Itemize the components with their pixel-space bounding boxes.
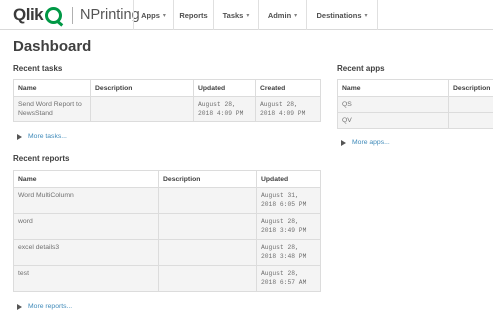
table-row[interactable]: Send Word Report to NewsStand August 28,… bbox=[13, 96, 321, 122]
table-row[interactable]: QV bbox=[337, 112, 493, 129]
task-description bbox=[90, 96, 194, 122]
recent-apps-title: Recent apps bbox=[337, 64, 385, 73]
report-description bbox=[158, 187, 257, 214]
logo-text: Qlik bbox=[13, 5, 44, 24]
app-name[interactable]: QV bbox=[337, 112, 449, 129]
recent-tasks-table: Name Description Updated Created Send Wo… bbox=[13, 79, 321, 122]
more-tasks-link[interactable]: More tasks... bbox=[17, 133, 67, 140]
report-updated: August 28, 2018 6:57 AM bbox=[256, 265, 321, 292]
nav-admin[interactable]: Admin ▾ bbox=[258, 0, 306, 30]
report-name[interactable]: Word MultiColumn bbox=[13, 187, 159, 214]
nav-destinations-label: Destinations bbox=[316, 10, 362, 20]
report-name[interactable]: test bbox=[13, 265, 159, 292]
column-header-description[interactable]: Description bbox=[158, 170, 257, 188]
report-description bbox=[158, 265, 257, 292]
more-tasks-label: More tasks... bbox=[28, 133, 67, 140]
play-icon bbox=[341, 139, 346, 146]
report-description bbox=[158, 213, 257, 240]
more-reports-label: More reports... bbox=[28, 303, 73, 310]
table-row[interactable]: test August 28, 2018 6:57 AM bbox=[13, 265, 321, 292]
chevron-down-icon: ▾ bbox=[294, 12, 298, 19]
qlik-q-icon bbox=[45, 6, 63, 24]
app-description bbox=[448, 96, 493, 113]
main-nav: Apps ▾ Reports Tasks ▾ Admin ▾ Destinati… bbox=[133, 0, 378, 30]
column-header-name[interactable]: Name bbox=[13, 170, 159, 188]
recent-apps-table: Name Description QS QV bbox=[337, 79, 493, 129]
top-navigation-bar: Qlik NPrinting Apps ▾ Reports Tasks ▾ Ad… bbox=[0, 0, 493, 30]
recent-reports-title: Recent reports bbox=[13, 154, 70, 163]
nav-reports[interactable]: Reports bbox=[173, 0, 213, 30]
column-header-created[interactable]: Created bbox=[255, 79, 321, 97]
more-apps-link[interactable]: More apps... bbox=[341, 139, 390, 146]
more-apps-label: More apps... bbox=[352, 139, 390, 146]
nav-destinations[interactable]: Destinations ▾ bbox=[306, 0, 378, 30]
report-name[interactable]: word bbox=[13, 213, 159, 240]
page-title: Dashboard bbox=[13, 38, 92, 55]
nav-reports-label: Reports bbox=[179, 10, 208, 20]
nav-apps-label: Apps bbox=[141, 10, 160, 20]
report-name[interactable]: excel details3 bbox=[13, 239, 159, 266]
report-updated: August 28, 2018 3:49 PM bbox=[256, 213, 321, 240]
column-header-name[interactable]: Name bbox=[337, 79, 449, 97]
column-header-description[interactable]: Description bbox=[448, 79, 493, 97]
table-row[interactable]: Word MultiColumn August 31, 2018 6:05 PM bbox=[13, 187, 321, 214]
report-description bbox=[158, 239, 257, 266]
nav-tasks[interactable]: Tasks ▾ bbox=[213, 0, 258, 30]
qlik-logo[interactable]: Qlik bbox=[13, 5, 63, 25]
nav-admin-label: Admin bbox=[267, 10, 292, 20]
report-updated: August 28, 2018 3:48 PM bbox=[256, 239, 321, 266]
column-header-description[interactable]: Description bbox=[90, 79, 194, 97]
chevron-down-icon: ▾ bbox=[364, 12, 368, 19]
nav-apps[interactable]: Apps ▾ bbox=[133, 0, 173, 30]
column-header-updated[interactable]: Updated bbox=[193, 79, 256, 97]
task-name[interactable]: Send Word Report to NewsStand bbox=[13, 96, 91, 122]
column-header-name[interactable]: Name bbox=[13, 79, 91, 97]
report-updated: August 31, 2018 6:05 PM bbox=[256, 187, 321, 214]
table-row[interactable]: QS bbox=[337, 96, 493, 113]
table-row[interactable]: excel details3 August 28, 2018 3:48 PM bbox=[13, 239, 321, 266]
nav-tasks-label: Tasks bbox=[222, 10, 244, 20]
recent-reports-table: Name Description Updated Word MultiColum… bbox=[13, 170, 321, 292]
table-header-row: Name Description Updated Created bbox=[13, 79, 321, 97]
more-reports-link[interactable]: More reports... bbox=[17, 303, 72, 310]
table-row[interactable]: word August 28, 2018 3:49 PM bbox=[13, 213, 321, 240]
column-header-updated[interactable]: Updated bbox=[256, 170, 321, 188]
play-icon bbox=[17, 133, 22, 140]
play-icon bbox=[17, 303, 22, 310]
product-name: NPrinting bbox=[80, 7, 140, 23]
recent-tasks-title: Recent tasks bbox=[13, 64, 63, 73]
logo-divider bbox=[72, 7, 73, 24]
table-header-row: Name Description Updated bbox=[13, 170, 321, 188]
task-updated: August 28, 2018 4:09 PM bbox=[193, 96, 256, 122]
app-description bbox=[448, 112, 493, 129]
chevron-down-icon: ▾ bbox=[162, 12, 166, 19]
app-name[interactable]: QS bbox=[337, 96, 449, 113]
task-created: August 28, 2018 4:09 PM bbox=[255, 96, 321, 122]
table-header-row: Name Description bbox=[337, 79, 493, 97]
chevron-down-icon: ▾ bbox=[246, 12, 250, 19]
